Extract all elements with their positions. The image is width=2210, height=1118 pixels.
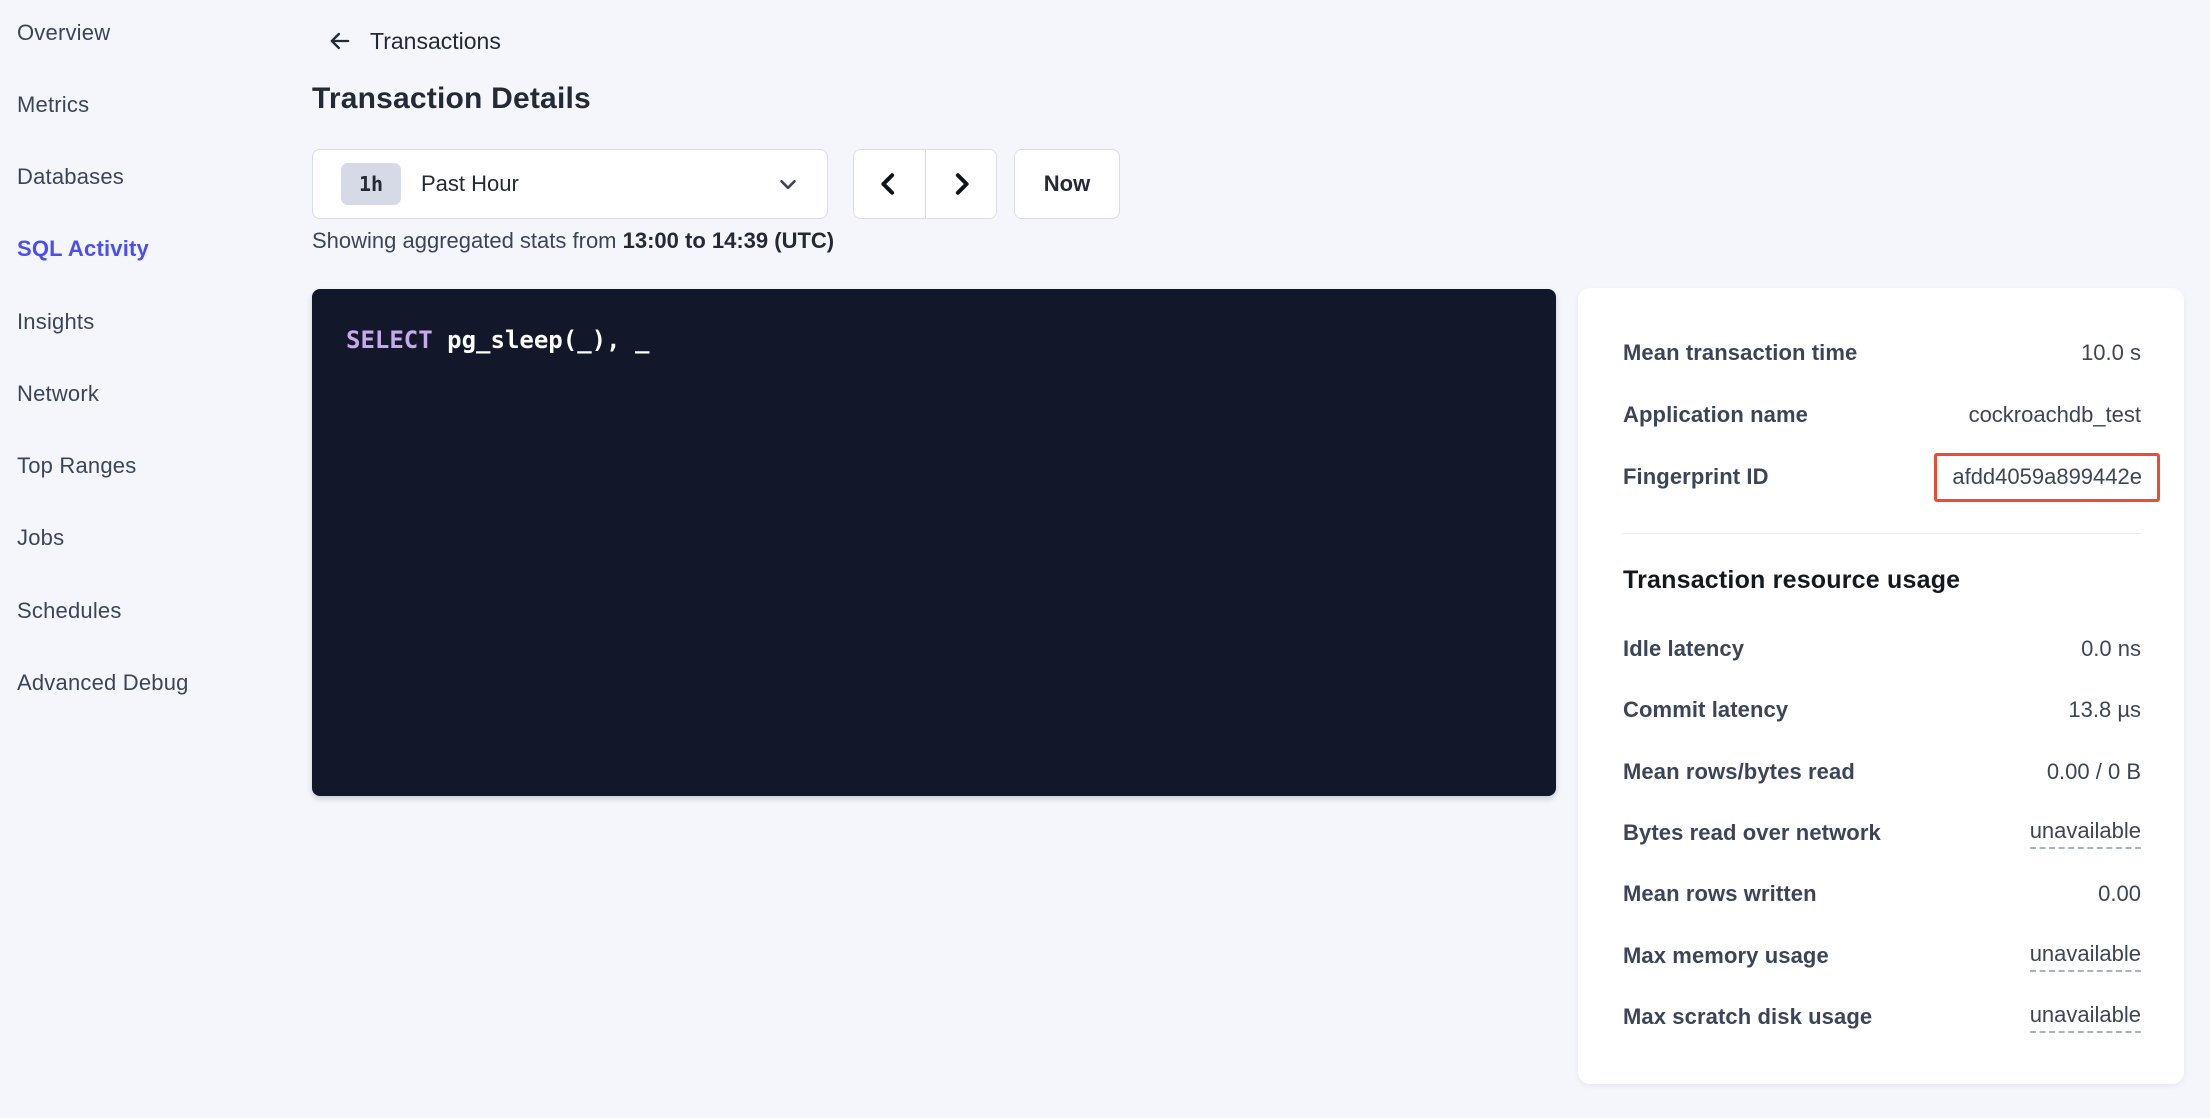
sidebar-item-label: Insights	[17, 309, 94, 335]
card-divider	[1623, 533, 2141, 534]
fingerprint-id-highlight: afdd4059a899442e	[1934, 453, 2160, 502]
sidebar-item-overview[interactable]: Overview	[17, 13, 110, 53]
transaction-details-card: Mean transaction time 10.0 s Application…	[1578, 288, 2184, 1084]
chevron-down-icon	[775, 171, 801, 197]
sql-statement-box: SELECT pg_sleep(_), _	[312, 289, 1556, 796]
row-label: Bytes read over network	[1623, 820, 1881, 846]
sql-keyword: SELECT	[346, 326, 433, 354]
back-arrow-icon	[326, 27, 354, 55]
row-mean-rows-bytes-read: Mean rows/bytes read 0.00 / 0 B	[1623, 742, 2141, 802]
row-max-scratch-disk-usage: Max scratch disk usage unavailable	[1623, 987, 2141, 1047]
next-interval-button[interactable]	[925, 150, 997, 218]
sidebar-item-label: Metrics	[17, 92, 89, 118]
sidebar-item-label: Top Ranges	[17, 453, 136, 479]
sidebar-item-sql-activity[interactable]: SQL Activity	[17, 229, 149, 269]
page-title: Transaction Details	[312, 82, 591, 116]
row-label: Mean rows written	[1623, 881, 1817, 907]
sidebar-item-top-ranges[interactable]: Top Ranges	[17, 446, 136, 486]
sidebar-item-insights[interactable]: Insights	[17, 302, 94, 342]
time-range-selected-value: Past Hour	[421, 171, 775, 197]
row-mean-rows-written: Mean rows written 0.00	[1623, 864, 2141, 924]
sidebar-item-network[interactable]: Network	[17, 374, 99, 414]
sidebar: Overview Metrics Databases SQL Activity …	[0, 0, 300, 1118]
row-value: 13.8 µs	[2068, 697, 2141, 723]
stats-caption-prefix: Showing aggregated stats from	[312, 228, 623, 253]
unavailable-tooltip-value[interactable]: unavailable	[2030, 941, 2141, 972]
row-max-memory-usage: Max memory usage unavailable	[1623, 926, 2141, 986]
row-value: 0.00	[2098, 881, 2141, 907]
interval-badge: 1h	[341, 163, 401, 205]
row-value: 0.0 ns	[2081, 636, 2141, 662]
sidebar-item-label: SQL Activity	[17, 236, 149, 262]
row-value: 10.0 s	[2081, 340, 2141, 366]
previous-interval-button[interactable]	[854, 150, 925, 218]
chevron-right-icon	[946, 169, 976, 199]
sidebar-item-schedules[interactable]: Schedules	[17, 591, 122, 631]
breadcrumb-back-transactions[interactable]: Transactions	[326, 24, 501, 58]
stats-caption-range: 13:00 to 14:39 (UTC)	[623, 228, 835, 253]
row-label: Idle latency	[1623, 636, 1744, 662]
sidebar-item-databases[interactable]: Databases	[17, 157, 124, 197]
sidebar-item-label: Overview	[17, 20, 110, 46]
sql-statement-text: pg_sleep(_), _	[433, 326, 650, 354]
sidebar-item-advanced-debug[interactable]: Advanced Debug	[17, 663, 189, 703]
row-label: Max scratch disk usage	[1623, 1004, 1872, 1030]
aggregated-stats-caption: Showing aggregated stats from 13:00 to 1…	[312, 228, 834, 254]
sidebar-item-label: Jobs	[17, 525, 64, 551]
row-label: Fingerprint ID	[1623, 464, 1769, 490]
unavailable-tooltip-value[interactable]: unavailable	[2030, 818, 2141, 849]
row-label: Application name	[1623, 402, 1808, 428]
sidebar-item-label: Network	[17, 381, 99, 407]
chevron-left-icon	[874, 169, 904, 199]
row-bytes-read-over-network: Bytes read over network unavailable	[1623, 803, 2141, 863]
sidebar-item-label: Advanced Debug	[17, 670, 189, 696]
time-range-dropdown[interactable]: 1h Past Hour	[312, 149, 828, 219]
unavailable-tooltip-value[interactable]: unavailable	[2030, 1002, 2141, 1033]
row-value: cockroachdb_test	[1969, 402, 2141, 428]
row-commit-latency: Commit latency 13.8 µs	[1623, 680, 2141, 740]
row-label: Max memory usage	[1623, 943, 1829, 969]
time-pager	[853, 149, 997, 219]
row-value: 0.00 / 0 B	[2047, 759, 2141, 785]
sidebar-item-label: Schedules	[17, 598, 122, 624]
row-mean-transaction-time: Mean transaction time 10.0 s	[1623, 323, 2141, 383]
sidebar-item-label: Databases	[17, 164, 124, 190]
now-button[interactable]: Now	[1014, 149, 1120, 219]
row-fingerprint-id: Fingerprint ID afdd4059a899442e	[1623, 447, 2141, 507]
row-label: Mean transaction time	[1623, 340, 1857, 366]
resource-usage-heading: Transaction resource usage	[1623, 566, 1960, 595]
sidebar-item-metrics[interactable]: Metrics	[17, 85, 89, 125]
fingerprint-id-value: afdd4059a899442e	[1952, 464, 2142, 489]
row-label: Mean rows/bytes read	[1623, 759, 1855, 785]
row-application-name: Application name cockroachdb_test	[1623, 385, 2141, 445]
sidebar-item-jobs[interactable]: Jobs	[17, 518, 64, 558]
row-label: Commit latency	[1623, 697, 1788, 723]
row-idle-latency: Idle latency 0.0 ns	[1623, 619, 2141, 679]
breadcrumb-label: Transactions	[370, 28, 501, 55]
